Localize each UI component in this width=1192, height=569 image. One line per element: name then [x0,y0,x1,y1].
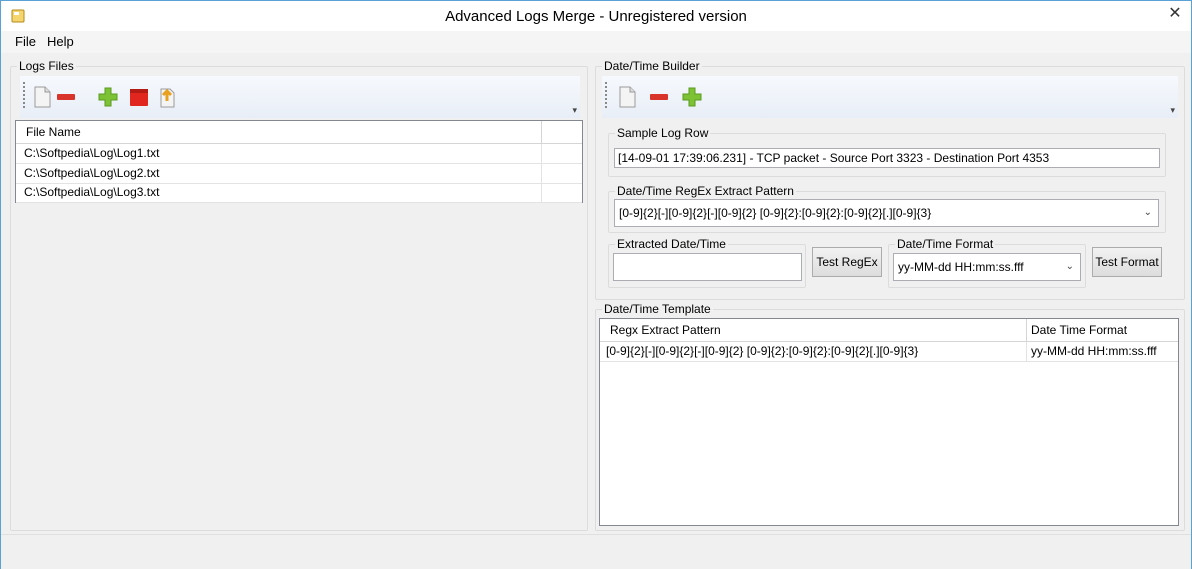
remove-icon[interactable] [55,86,77,108]
grid-header: Regx Extract Pattern Date Time Format [600,319,1178,342]
file-name-cell[interactable]: C:\Softpedia\Log\Log2.txt [20,164,544,183]
datetime-template-title: Date/Time Template [602,302,713,316]
datetime-format-combo[interactable]: yy-MM-dd HH:mm:ss.fff ⌄ [893,253,1081,281]
template-grid: Regx Extract Pattern Date Time Format [0… [599,318,1179,526]
test-regex-button[interactable]: Test RegEx [812,247,882,277]
datetime-format-value: yy-MM-dd HH:mm:ss.fff [898,260,1024,274]
menu-file[interactable]: File [15,34,36,49]
upload-file-icon[interactable] [156,86,178,108]
sample-log-row-group: Sample Log Row [14-09-01 17:39:06.231] -… [608,126,1166,177]
menu-help[interactable]: Help [47,34,74,49]
table-row[interactable]: C:\Softpedia\Log\Log2.txt [16,164,582,184]
grid-header: File Name [16,121,582,144]
file-name-cell[interactable]: C:\Softpedia\Log\Log3.txt [20,183,544,202]
menu-bar: File Help [1,31,1191,53]
file-name-cell[interactable]: C:\Softpedia\Log\Log1.txt [20,144,544,163]
delete-icon[interactable] [128,86,150,108]
datetime-format-label: Date/Time Format [895,237,996,251]
datetime-builder-title: Date/Time Builder [602,59,702,73]
new-file-icon[interactable] [616,86,638,108]
toolbar-overflow-icon[interactable]: ▾ [572,105,577,116]
window-title: Advanced Logs Merge - Unregistered versi… [445,8,747,25]
table-row[interactable]: C:\Softpedia\Log\Log1.txt [16,144,582,164]
toolbar-grip[interactable] [23,82,25,110]
column-header-extra[interactable] [541,121,586,143]
extracted-datetime-input[interactable] [613,253,802,281]
datetime-template-group: Date/Time Template Regx Extract Pattern … [595,302,1185,531]
close-button[interactable]: ✕ [1161,3,1189,25]
regex-pattern-combo[interactable]: [0-9]{2}[-][0-9]{2}[-][0-9]{2} [0-9]{2}:… [614,199,1159,227]
sample-log-row-label: Sample Log Row [615,126,711,140]
toolbar-overflow-icon[interactable]: ▾ [1170,105,1175,116]
extracted-datetime-label: Extracted Date/Time [615,237,728,251]
sample-log-row-input[interactable]: [14-09-01 17:39:06.231] - TCP packet - S… [614,148,1160,168]
table-row[interactable]: [0-9]{2}[-][0-9]{2}[-][0-9]{2} [0-9]{2}:… [600,342,1178,362]
column-header-datetime-format[interactable]: Date Time Format [1026,319,1181,341]
datetime-format-group: Date/Time Format yy-MM-dd HH:mm:ss.fff ⌄ [888,237,1086,288]
regex-pattern-cell[interactable]: [0-9]{2}[-][0-9]{2}[-][0-9]{2} [0-9]{2}:… [602,342,1026,361]
test-format-button[interactable]: Test Format [1092,247,1162,277]
remove-icon[interactable] [648,86,670,108]
add-icon[interactable] [97,86,119,108]
datetime-format-cell[interactable]: yy-MM-dd HH:mm:ss.fff [1026,342,1181,361]
extra-cell[interactable] [541,144,586,163]
regex-pattern-label: Date/Time RegEx Extract Pattern [615,184,796,198]
add-icon[interactable] [681,86,703,108]
extracted-datetime-group: Extracted Date/Time [608,237,806,288]
column-header-regex-pattern[interactable]: Regx Extract Pattern [606,319,1028,341]
chevron-down-icon[interactable]: ⌄ [1066,254,1074,280]
column-header-file-name[interactable]: File Name [22,121,541,143]
regex-pattern-value: [0-9]{2}[-][0-9]{2}[-][0-9]{2} [0-9]{2}:… [619,206,932,220]
builder-toolbar: ▾ [602,76,1178,118]
regex-pattern-group: Date/Time RegEx Extract Pattern [0-9]{2}… [608,184,1166,233]
table-row[interactable]: C:\Softpedia\Log\Log3.txt [16,183,582,203]
new-file-icon[interactable] [31,86,53,108]
extra-cell[interactable] [541,164,586,183]
logs-files-grid: File Name C:\Softpedia\Log\Log1.txt C:\S… [15,120,583,203]
logs-files-title: Logs Files [17,59,76,73]
toolbar-grip[interactable] [605,82,607,110]
status-bar [1,534,1191,569]
logs-files-toolbar: ▾ [20,76,580,118]
title-bar[interactable]: Advanced Logs Merge - Unregistered versi… [1,1,1191,31]
app-window: Advanced Logs Merge - Unregistered versi… [0,0,1192,569]
chevron-down-icon[interactable]: ⌄ [1144,200,1152,226]
datetime-builder-group: Date/Time Builder ▾ Sample Log Row [14-0… [595,59,1185,300]
logs-files-group: Logs Files ▾ File Name C:\Softpedia\Log\… [10,59,588,531]
extra-cell[interactable] [541,183,586,202]
